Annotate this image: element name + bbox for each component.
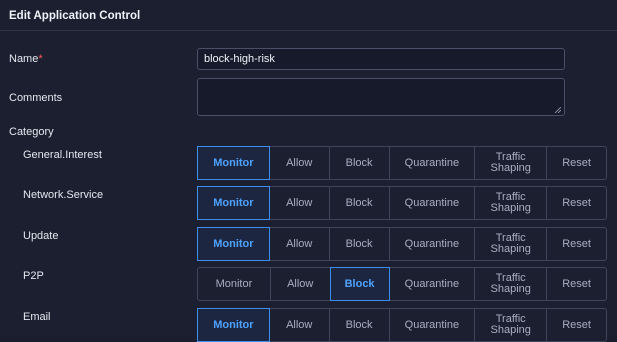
action-option-block[interactable]: Block bbox=[330, 309, 390, 341]
action-option-allow[interactable]: Allow bbox=[271, 268, 331, 300]
required-marker: * bbox=[38, 53, 43, 65]
category-name: Email bbox=[23, 311, 51, 323]
action-option-monitor[interactable]: Monitor bbox=[197, 227, 270, 261]
action-option-allow[interactable]: Allow bbox=[270, 228, 330, 260]
action-segmented-control: Monitor Allow Block Quarantine Traffic Shapi… bbox=[197, 186, 607, 220]
category-name: P2P bbox=[23, 270, 44, 282]
comments-textarea[interactable] bbox=[197, 78, 565, 116]
action-option-reset[interactable]: Reset bbox=[547, 268, 606, 300]
action-option-reset[interactable]: Reset bbox=[547, 147, 606, 179]
action-option-traffic-shaping[interactable]: Traffic Shaping bbox=[475, 268, 548, 300]
action-option-traffic-shaping[interactable]: Traffic Shaping bbox=[475, 187, 548, 219]
action-option-monitor[interactable]: Monitor bbox=[198, 268, 271, 300]
action-option-reset[interactable]: Reset bbox=[547, 309, 606, 341]
action-segmented-control: Monitor Allow Block Quarantine Traffic Shapi… bbox=[197, 267, 607, 301]
action-segmented-control: Monitor Allow Block Quarantine Traffic Shapi… bbox=[197, 227, 607, 261]
action-segmented-control: Monitor Allow Block Quarantine Traffic Shapi… bbox=[197, 146, 607, 180]
action-option-allow[interactable]: Allow bbox=[270, 187, 330, 219]
name-label: Name* bbox=[9, 53, 43, 65]
action-option-quarantine[interactable]: Quarantine bbox=[390, 268, 476, 300]
action-option-block[interactable]: Block bbox=[330, 187, 390, 219]
category-name: Network.Service bbox=[23, 189, 104, 201]
action-option-quarantine[interactable]: Quarantine bbox=[390, 228, 476, 260]
action-option-allow[interactable]: Allow bbox=[270, 309, 330, 341]
name-label-text: Name bbox=[9, 53, 39, 65]
panel-title: Edit Application Control bbox=[0, 0, 617, 31]
action-option-reset[interactable]: Reset bbox=[547, 187, 606, 219]
action-option-monitor[interactable]: Monitor bbox=[197, 186, 270, 220]
action-option-traffic-shaping[interactable]: Traffic Shaping bbox=[475, 228, 548, 260]
category-name: General.Interest bbox=[23, 149, 102, 161]
name-input[interactable]: block-high-risk bbox=[197, 48, 565, 70]
action-option-quarantine[interactable]: Quarantine bbox=[390, 147, 476, 179]
action-option-quarantine[interactable]: Quarantine bbox=[390, 309, 476, 341]
action-option-traffic-shaping[interactable]: Traffic Shaping bbox=[475, 309, 548, 341]
action-option-reset[interactable]: Reset bbox=[547, 228, 606, 260]
comments-label: Comments bbox=[9, 92, 63, 104]
action-option-quarantine[interactable]: Quarantine bbox=[390, 187, 476, 219]
resize-grip-icon[interactable] bbox=[555, 107, 561, 113]
category-label: Category bbox=[9, 126, 54, 138]
category-name: Update bbox=[23, 230, 59, 242]
action-option-allow[interactable]: Allow bbox=[270, 147, 330, 179]
action-option-traffic-shaping[interactable]: Traffic Shaping bbox=[475, 147, 548, 179]
action-option-block[interactable]: Block bbox=[330, 228, 390, 260]
action-option-block[interactable]: Block bbox=[329, 267, 390, 301]
action-option-block[interactable]: Block bbox=[330, 147, 390, 179]
edit-application-control-panel: Edit Application Control Name* block-hig… bbox=[0, 0, 617, 342]
action-option-monitor[interactable]: Monitor bbox=[197, 146, 270, 180]
